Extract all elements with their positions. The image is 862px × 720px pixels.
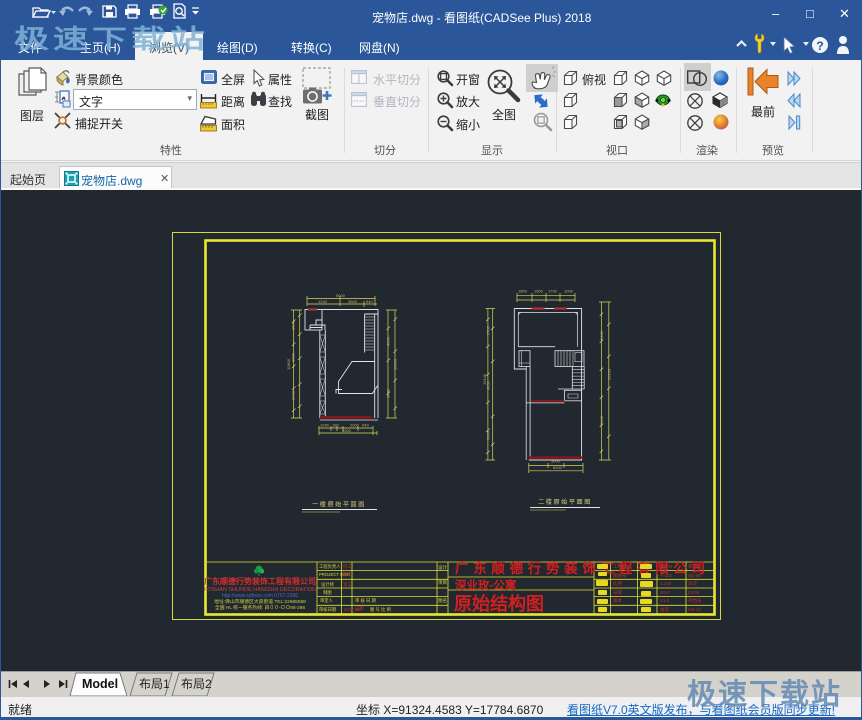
svg-text:A-102: A-102 bbox=[660, 573, 673, 578]
svg-text:4200: 4200 bbox=[386, 336, 391, 346]
svg-text:一楼原始平面图: 一楼原始平面图 bbox=[312, 501, 366, 509]
svg-text:940: 940 bbox=[366, 299, 373, 304]
svg-text:10800: 10800 bbox=[286, 358, 291, 370]
svg-text:SD-08: SD-08 bbox=[688, 573, 701, 578]
svg-text:陈工: 陈工 bbox=[343, 571, 352, 578]
svg-text:设计: 设计 bbox=[438, 564, 447, 571]
svg-text:3000: 3000 bbox=[551, 459, 561, 464]
svg-text:1500: 1500 bbox=[291, 320, 296, 330]
svg-text:V1.0: V1.0 bbox=[660, 598, 670, 603]
svg-text:6000: 6000 bbox=[342, 428, 352, 433]
svg-text:地址:佛山市顺德区大良街道 TEL:22665588: 地址:佛山市顺德区大良街道 TEL:22665588 bbox=[214, 598, 306, 605]
svg-text:图名: 图名 bbox=[438, 597, 447, 604]
svg-text:2017: 2017 bbox=[660, 590, 671, 595]
svg-text:15100: 15100 bbox=[606, 368, 611, 380]
svg-text:图纸号: 图纸号 bbox=[613, 572, 627, 579]
svg-text:审定人: 审定人 bbox=[320, 597, 334, 604]
svg-text:5400: 5400 bbox=[599, 330, 604, 340]
svg-text:何工: 何工 bbox=[343, 563, 352, 569]
svg-text:制图: 制图 bbox=[323, 589, 332, 596]
svg-text:设计师: 设计师 bbox=[321, 581, 335, 588]
svg-text:审核日期: 审核日期 bbox=[319, 606, 336, 613]
svg-text:1000: 1000 bbox=[564, 289, 574, 294]
svg-text:180: 180 bbox=[332, 423, 339, 428]
svg-text:1240: 1240 bbox=[320, 423, 330, 428]
svg-text:布局1: 布局1 bbox=[139, 677, 170, 691]
svg-text:1500: 1500 bbox=[534, 289, 544, 294]
svg-text:审图号: 审图号 bbox=[688, 563, 702, 570]
svg-text:HS-12: HS-12 bbox=[688, 607, 701, 612]
svg-text:李工: 李工 bbox=[343, 581, 352, 587]
svg-text:版本: 版本 bbox=[613, 597, 622, 604]
svg-text:工程号: 工程号 bbox=[613, 563, 627, 570]
svg-text:6000: 6000 bbox=[336, 293, 346, 298]
svg-text:页次: 页次 bbox=[688, 580, 697, 587]
svg-text:http://www.sdhszs.com 0757-22: http://www.sdhszs.com 0757-2266 bbox=[222, 593, 298, 599]
svg-text:2000: 2000 bbox=[350, 423, 360, 428]
svg-text:3900: 3900 bbox=[485, 430, 490, 440]
svg-text:10800: 10800 bbox=[393, 358, 398, 370]
svg-text:二楼原始平面图: 二楼原始平面图 bbox=[538, 498, 592, 506]
svg-text:审 核 日 期: 审 核 日 期 bbox=[355, 597, 376, 604]
svg-text:1700: 1700 bbox=[548, 289, 558, 294]
svg-text:15100: 15100 bbox=[482, 373, 487, 385]
svg-text:6000: 6000 bbox=[553, 465, 563, 470]
svg-text:2700: 2700 bbox=[485, 325, 490, 335]
svg-text:1800: 1800 bbox=[518, 289, 528, 294]
svg-text:日期: 日期 bbox=[613, 590, 622, 596]
svg-text:01/06: 01/06 bbox=[688, 590, 700, 595]
svg-text:3000: 3000 bbox=[386, 388, 391, 398]
svg-text:3600: 3600 bbox=[291, 352, 296, 362]
svg-text:?: ? bbox=[816, 39, 823, 53]
svg-text:3500: 3500 bbox=[348, 299, 358, 304]
svg-text:项目: 项目 bbox=[438, 580, 447, 586]
svg-text:1240: 1240 bbox=[318, 299, 328, 304]
svg-text:深业玫-公寓: 深业玫-公寓 bbox=[455, 578, 516, 592]
svg-text:Model: Model bbox=[82, 677, 118, 691]
svg-text:会签: 会签 bbox=[660, 606, 669, 613]
svg-text:全国 HL 统一服务热线: 四００-ＯＯ88-286: 全国 HL 统一服务热线: 四００-ＯＯ88-286 bbox=[215, 604, 306, 611]
svg-text:2400: 2400 bbox=[291, 390, 296, 400]
svg-text:广东顺德行势装饰工程有限公司: 广东顺德行势装饰工程有限公司 bbox=[204, 576, 316, 586]
svg-text:PR-01: PR-01 bbox=[660, 564, 673, 569]
svg-text:存档号: 存档号 bbox=[688, 597, 702, 604]
svg-text:图 号 比 例: 图 号 比 例 bbox=[370, 606, 391, 613]
svg-text:原始结构图: 原始结构图 bbox=[454, 593, 544, 614]
svg-text:布局2: 布局2 bbox=[181, 677, 212, 691]
svg-text:940: 940 bbox=[362, 423, 369, 428]
svg-text:1:100: 1:100 bbox=[660, 581, 672, 586]
svg-text:5400: 5400 bbox=[599, 415, 604, 425]
svg-text:工程负责人: 工程负责人 bbox=[319, 563, 341, 570]
svg-text:比例: 比例 bbox=[613, 580, 622, 587]
